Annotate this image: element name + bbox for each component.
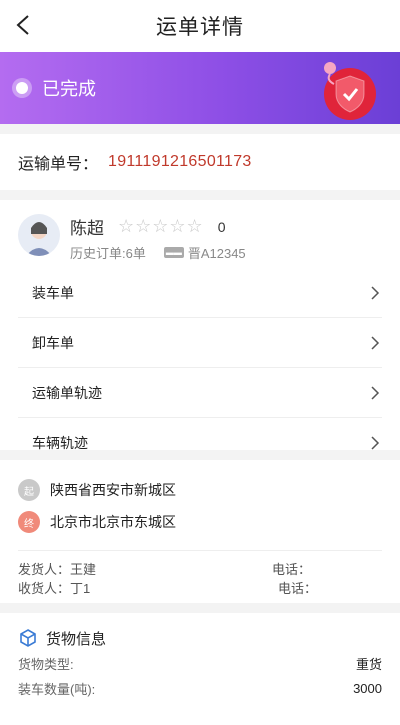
goods-row: 装车数量(吨): 3000: [18, 676, 382, 701]
route-card: 起 陕西省西安市新城区 终 北京市北京市东城区 发货人：王建 电话： 收货人：丁…: [0, 460, 400, 603]
page-title: 运单详情: [156, 16, 244, 39]
receiver-phone: 电话：: [278, 581, 318, 596]
origin-row: 起 陕西省西安市新城区: [18, 474, 382, 506]
driver-avatar-icon: [26, 222, 52, 256]
driver-card: 陈超 ☆☆☆☆☆ 0 历史订单:6单 ▬▬ 晋A12345 装车单 卸车单 运输…: [0, 200, 400, 451]
destination-address: 北京市北京市东城区: [50, 514, 176, 530]
avatar: [18, 214, 60, 256]
origin-badge: 起: [18, 479, 40, 501]
goods-row: 货物类型: 重货: [18, 651, 382, 676]
license-plate: 晋A12345: [187, 246, 246, 261]
tracking-number: 1911191216501173: [108, 153, 252, 170]
menu-item-waybill-track[interactable]: 运输单轨迹: [18, 368, 382, 418]
rating-stars-icon: ☆☆☆☆☆: [118, 216, 204, 236]
receiver: 收货人：丁1: [18, 581, 91, 596]
goods-value: 重货: [355, 657, 382, 672]
history-orders: 历史订单:6单: [70, 246, 146, 261]
destination-row: 终 北京市北京市东城区: [18, 506, 382, 538]
document-menu: 装车单 卸车单 运输单轨迹 车辆轨迹: [18, 268, 382, 467]
origin-address: 陕西省西安市新城区: [50, 482, 176, 498]
menu-item-label: 装车单: [32, 284, 74, 301]
menu-item-loading-sheet[interactable]: 装车单: [18, 268, 382, 318]
chevron-right-icon: [371, 385, 380, 400]
chevron-right-icon: [371, 285, 380, 300]
goods-card: 货物信息 货物类型: 重货 装车数量(吨): 3000: [0, 613, 400, 725]
divider: [18, 550, 382, 551]
chevron-right-icon: [371, 335, 380, 350]
chevron-right-icon: [371, 435, 380, 450]
truck-icon: ▬▬: [163, 247, 184, 258]
menu-item-label: 车辆轨迹: [32, 434, 88, 451]
tracking-label: 运输单号：: [18, 156, 99, 173]
menu-item-label: 卸车单: [32, 334, 74, 351]
rating-value: 0: [217, 218, 226, 235]
menu-item-unloading-sheet[interactable]: 卸车单: [18, 318, 382, 368]
destination-badge: 终: [18, 511, 40, 533]
sender-phone: 电话：: [272, 562, 312, 577]
goods-label: 装车数量(吨):: [18, 682, 96, 697]
top-navigation-bar: 运单详情: [0, 0, 400, 52]
sender: 发货人：王建: [18, 562, 97, 577]
driver-name: 陈超: [70, 219, 104, 238]
goods-section-title: 货物信息: [46, 630, 107, 648]
back-arrow-icon[interactable]: [14, 14, 36, 36]
completed-shield-icon: [324, 62, 376, 120]
goods-label: 货物类型:: [18, 657, 74, 672]
menu-item-label: 运输单轨迹: [32, 384, 102, 401]
cube-icon: [20, 629, 36, 647]
tracking-number-row: 运输单号： 1911191216501173: [0, 134, 400, 190]
status-text: 已完成: [42, 79, 96, 99]
goods-value: 3000: [353, 681, 382, 696]
status-dot-icon: [16, 82, 28, 94]
status-banner: 已完成: [0, 52, 400, 124]
